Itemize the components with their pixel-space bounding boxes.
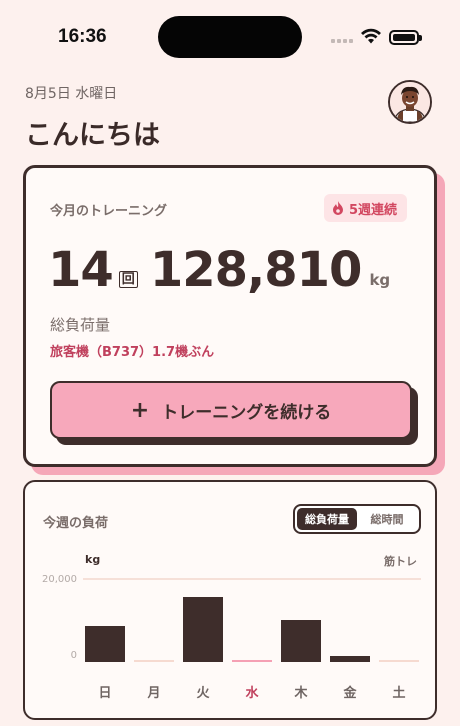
date-label: 8月5日 水曜日: [25, 86, 118, 102]
status-time: 16:36: [58, 26, 107, 47]
dynamic-island: [158, 16, 302, 58]
avatar[interactable]: [388, 80, 432, 124]
day-label-0: 日: [98, 686, 112, 701]
bar-2: [183, 597, 223, 662]
total-load-value: 128,810: [149, 242, 363, 298]
day-label-3: 水: [245, 686, 259, 701]
battery-icon: [389, 30, 422, 45]
bar-0: [85, 626, 125, 662]
continue-training-button[interactable]: + トレーニングを続ける: [50, 381, 412, 439]
bar-5: [330, 656, 370, 662]
bar-4: [281, 620, 321, 662]
cellular-signal-icon: [331, 35, 355, 43]
load-comparison: 旅客機（B737）1.7機ぶん: [50, 345, 215, 360]
bar-6: [379, 660, 419, 662]
status-bar: 16:36: [0, 0, 460, 74]
day-label-1: 月: [147, 686, 161, 701]
weekly-load-card: 今週の負荷 総負荷量 総時間 kg 筋トレ 20,000 0 日 月 火 水 木 金 土: [23, 480, 437, 720]
continue-training-label: トレーニングを続ける: [161, 402, 332, 423]
user-avatar-icon: [390, 82, 430, 122]
y-tick-max: 20,000: [42, 574, 77, 585]
total-load-label: 総負荷量: [50, 316, 111, 334]
streak-label: 5週連続: [349, 202, 398, 218]
monthly-training-card: 今月のトレーニング 5週連続 14 回 128,810 kg 総負荷量 旅客機（…: [23, 165, 437, 467]
wifi-icon: [361, 28, 381, 44]
day-label-2: 火: [196, 686, 210, 701]
weekly-title: 今週の負荷: [43, 516, 109, 531]
plus-icon: +: [130, 397, 150, 423]
tab-total-load[interactable]: 総負荷量: [297, 508, 357, 530]
total-load-unit: kg: [369, 271, 391, 289]
monthly-stats: 14 回 128,810 kg: [48, 246, 390, 294]
bar-3: [232, 660, 272, 662]
monthly-title: 今月のトレーニング: [50, 204, 168, 219]
streak-badge: 5週連続: [324, 194, 408, 222]
gridline-max: [83, 578, 421, 580]
tab-total-time[interactable]: 総時間: [357, 508, 417, 530]
bar-1: [134, 660, 174, 662]
chart-unit: kg: [85, 553, 101, 566]
y-tick-zero: 0: [70, 650, 77, 661]
session-count: 14: [48, 242, 114, 298]
flame-icon: [333, 201, 343, 215]
greeting-title: こんにちは: [25, 120, 160, 151]
chart-category: 筋トレ: [384, 555, 417, 568]
day-label-5: 金: [343, 686, 357, 701]
day-label-6: 土: [392, 686, 406, 701]
session-count-unit: 回: [118, 271, 138, 288]
day-label-4: 木: [294, 686, 308, 701]
metric-toggle: 総負荷量 総時間: [293, 504, 421, 534]
